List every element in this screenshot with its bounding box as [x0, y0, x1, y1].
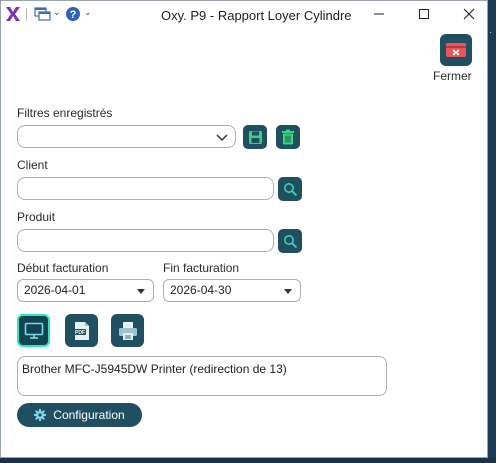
start-date-value: 2026-04-01	[24, 283, 86, 297]
background-window-mark: ·	[489, 27, 493, 38]
start-date-dropdown-icon	[137, 289, 145, 294]
close-report-label[interactable]: Fermer	[433, 69, 472, 83]
close-report-icon	[446, 43, 466, 57]
end-date-value: 2026-04-30	[170, 283, 232, 297]
product-label: Produit	[17, 210, 56, 224]
close-report-button[interactable]	[440, 34, 472, 66]
printer-selection-field[interactable]: Brother MFC-J5945DW Printer (redirection…	[17, 356, 387, 396]
client-input[interactable]	[17, 177, 274, 200]
pdf-icon: PDF	[73, 321, 89, 340]
maximize-icon	[419, 9, 429, 19]
trash-icon	[282, 129, 294, 145]
product-input[interactable]	[17, 229, 274, 252]
saved-filters-select[interactable]	[17, 125, 236, 148]
background-desktop-edge	[0, 458, 496, 463]
help-icon[interactable]: ?	[65, 6, 81, 22]
monitor-icon	[24, 322, 43, 339]
minimize-button[interactable]	[359, 1, 399, 27]
start-date-label: Début facturation	[17, 261, 109, 275]
close-icon	[463, 8, 475, 20]
save-filter-button[interactable]	[243, 125, 267, 149]
windows-icon[interactable]	[34, 6, 51, 22]
background-window-edge: ·	[488, 0, 496, 463]
window-title: Oxy. P9 - Rapport Loyer Cylindre	[161, 8, 352, 23]
title-bar: ⌄ ? ⌄ Oxy. P9 - Rapport Loyer Cylindre	[1, 1, 489, 29]
product-search-button[interactable]	[278, 229, 302, 253]
end-date-dropdown-icon	[284, 289, 292, 294]
end-date-label: Fin facturation	[163, 261, 240, 275]
client-label: Client	[17, 158, 48, 172]
configuration-label: Configuration	[53, 408, 125, 422]
configuration-button[interactable]: Configuration	[17, 403, 142, 427]
screen-output-button[interactable]	[17, 314, 50, 347]
delete-filter-button[interactable]	[276, 125, 300, 149]
saved-filters-label: Filtres enregistrés	[17, 106, 113, 120]
start-date-picker[interactable]: 2026-04-01	[17, 279, 154, 302]
minimize-icon	[374, 13, 384, 15]
client-search-button[interactable]	[278, 177, 302, 201]
search-icon	[283, 234, 297, 248]
print-output-button[interactable]	[111, 314, 144, 347]
printer-icon	[118, 321, 137, 340]
gear-icon	[34, 409, 47, 421]
maximize-button[interactable]	[404, 1, 444, 27]
svg-text:PDF: PDF	[75, 330, 85, 336]
end-date-picker[interactable]: 2026-04-30	[163, 279, 301, 302]
chevron-down-icon	[216, 134, 228, 142]
help-dropdown-caret[interactable]: ⌄	[84, 7, 92, 18]
title-separator	[26, 8, 27, 21]
report-window: ⌄ ? ⌄ Oxy. P9 - Rapport Loyer Cylindre F…	[0, 0, 488, 458]
pdf-output-button[interactable]: PDF	[65, 314, 98, 347]
floppy-icon	[248, 130, 262, 144]
svg-text:?: ?	[70, 9, 77, 21]
close-window-button[interactable]	[449, 1, 489, 27]
windows-dropdown-caret[interactable]: ⌄	[53, 7, 61, 18]
x-logo-icon[interactable]	[5, 5, 21, 23]
search-icon	[283, 182, 297, 196]
